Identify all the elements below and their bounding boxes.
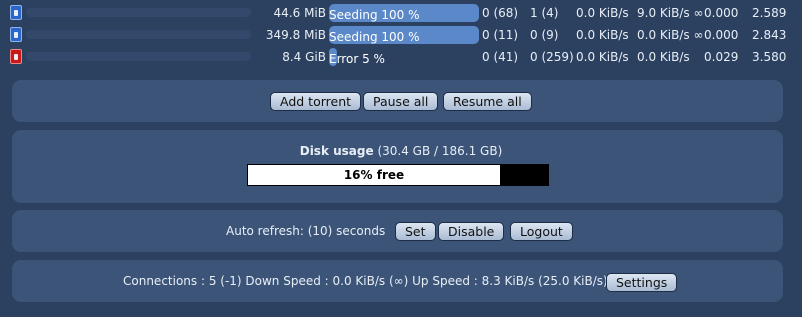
torrent-table: 44.6 MiB Seeding 100 % 0 (68) 1 (4) 0.0 … — [0, 2, 802, 68]
pause-all-button[interactable]: Pause all — [363, 92, 439, 111]
progress-label: Seeding 100 % — [329, 30, 420, 44]
settings-button[interactable]: Settings — [606, 273, 678, 292]
torrent-seeds: 0 (68) — [482, 6, 519, 20]
torrent-up-speed: 0.0 KiB/s ∞ — [637, 28, 704, 42]
torrent-down-speed: 0.0 KiB/s — [576, 6, 629, 20]
torrent-row[interactable]: 8.4 GiB Error 5 % 0 (41) 0 (259) 0.0 KiB… — [0, 46, 802, 68]
torrent-name-redacted[interactable] — [26, 30, 251, 39]
torrent-size: 44.6 MiB — [273, 6, 326, 20]
resume-all-button[interactable]: Resume all — [443, 92, 532, 111]
torrent-seeds: 0 (11) — [482, 28, 519, 42]
seeding-icon — [10, 5, 22, 20]
torrent-up-speed: 9.0 KiB/s ∞ — [637, 6, 704, 20]
logout-button[interactable]: Logout — [510, 222, 573, 241]
torrent-ratio: 0.000 — [704, 28, 739, 42]
progress-bar: Error 5 % — [329, 48, 479, 66]
torrent-down-speed: 0.0 KiB/s — [576, 50, 629, 64]
torrent-availability: 3.580 — [752, 50, 787, 64]
torrent-size: 349.8 MiB — [265, 28, 326, 42]
add-torrent-button[interactable]: Add torrent — [270, 92, 362, 111]
progress-bar: Seeding 100 % — [329, 4, 479, 22]
progress-bar: Seeding 100 % — [329, 26, 479, 44]
torrent-ratio: 0.029 — [704, 50, 739, 64]
seeding-icon — [10, 27, 22, 42]
torrent-seeds: 0 (41) — [482, 50, 519, 64]
disable-button[interactable]: Disable — [438, 222, 505, 241]
torrent-name-redacted[interactable] — [26, 8, 251, 17]
torrent-peers: 0 (9) — [530, 28, 559, 42]
torrent-availability: 2.589 — [752, 6, 787, 20]
disk-usage-bar: 16% free — [247, 164, 549, 186]
disk-free-label: 16% free — [343, 168, 405, 182]
disk-usage-detail: (30.4 GB / 186.1 GB) — [377, 144, 503, 158]
progress-label: Seeding 100 % — [329, 8, 420, 22]
torrent-ratio: 0.000 — [704, 6, 739, 20]
disk-usage-heading: Disk usage (30.4 GB / 186.1 GB) — [0, 144, 802, 158]
torrent-size: 8.4 GiB — [282, 50, 326, 64]
torrent-name-redacted[interactable] — [26, 52, 251, 61]
torrent-peers: 0 (259) — [530, 50, 574, 64]
disk-used-fill — [500, 165, 548, 185]
torrent-row[interactable]: 349.8 MiB Seeding 100 % 0 (11) 0 (9) 0.0… — [0, 24, 802, 46]
set-button[interactable]: Set — [395, 222, 436, 241]
torrent-availability: 2.843 — [752, 28, 787, 42]
disk-usage-title: Disk usage — [299, 144, 374, 158]
torrent-peers: 1 (4) — [530, 6, 559, 20]
error-icon — [10, 49, 22, 64]
auto-refresh-label: Auto refresh: (10) seconds — [226, 224, 386, 238]
torrent-row[interactable]: 44.6 MiB Seeding 100 % 0 (68) 1 (4) 0.0 … — [0, 2, 802, 24]
progress-label: Error 5 % — [329, 52, 385, 66]
torrent-down-speed: 0.0 KiB/s — [576, 28, 629, 42]
connection-status: Connections : 5 (-1) Down Speed : 0.0 Ki… — [123, 274, 608, 288]
torrent-up-speed: 0.0 KiB/s — [637, 50, 690, 64]
